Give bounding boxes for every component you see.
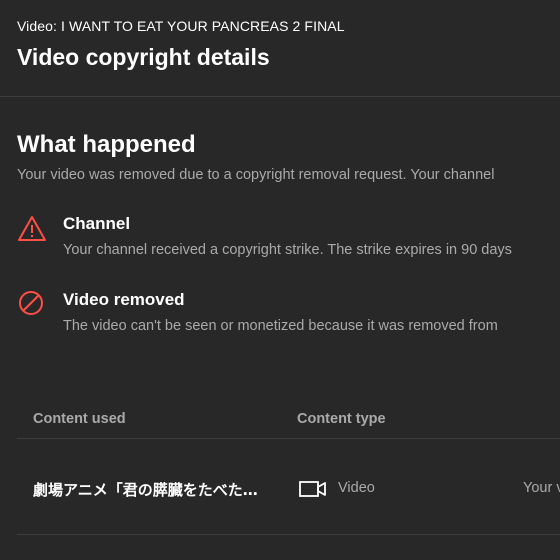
column-header-content-used: Content used xyxy=(33,411,126,427)
video-camera-icon xyxy=(299,481,326,497)
page-title: Video copyright details xyxy=(17,44,270,70)
header: Video: I WANT TO EAT YOUR PANCREAS 2 FIN… xyxy=(17,18,560,70)
table-row[interactable]: 劇場アニメ「君の膵臓をたべた… Video Your v xyxy=(17,440,560,536)
warning-triangle-icon xyxy=(18,216,46,241)
what-happened-description: Your video was removed due to a copyrigh… xyxy=(17,167,495,183)
copyright-details-page: Video: I WANT TO EAT YOUR PANCREAS 2 FIN… xyxy=(0,0,560,560)
event-description: The video can't be seen or monetized bec… xyxy=(63,318,498,334)
event-title: Channel xyxy=(63,214,131,233)
table-header: Content used Content type xyxy=(17,400,560,439)
table-row-divider xyxy=(17,534,560,535)
row-extra-text: Your v xyxy=(523,480,560,496)
prohibited-circle-icon xyxy=(19,291,43,315)
what-happened-heading: What happened xyxy=(17,131,196,158)
event-description: Your channel received a copyright strike… xyxy=(63,242,512,258)
content-type-label: Video xyxy=(338,480,375,496)
column-header-content-type: Content type xyxy=(297,411,386,427)
header-divider xyxy=(0,96,560,97)
video-title-line: Video: I WANT TO EAT YOUR PANCREAS 2 FIN… xyxy=(17,18,345,34)
content-used-title: 劇場アニメ「君の膵臓をたべた… xyxy=(33,481,258,499)
event-title: Video removed xyxy=(63,290,185,309)
